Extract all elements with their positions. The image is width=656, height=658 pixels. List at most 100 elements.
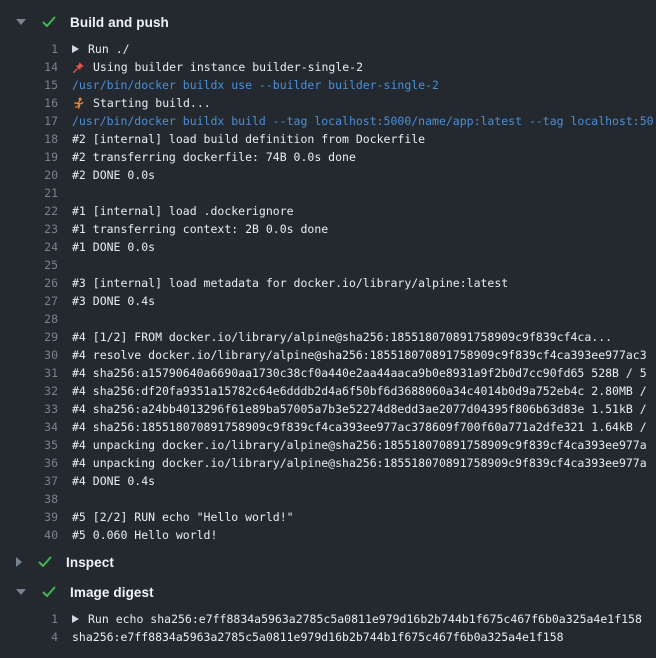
line-number[interactable]: 27 [0,294,58,308]
log-line: 38 [0,490,656,508]
log-text-value: #1 [internal] load .dockerignore [72,204,294,218]
log-text-value: Run ./ [88,42,130,56]
log-group-line: 1 Run echo sha256:e7ff8834a5963a2785c5a0… [0,610,656,628]
log-text-value: #4 unpacking docker.io/library/alpine@sh… [72,456,647,470]
step-header-inspect[interactable]: Inspect [0,548,656,576]
line-number[interactable]: 35 [0,438,58,452]
line-number[interactable]: 18 [0,132,58,146]
log-line: 4 sha256:e7ff8834a5963a2785c5a0811e979d1… [0,628,656,646]
log-text-value: #4 sha256:a15790640a6690aa1730c38cf0a440… [72,366,647,380]
step-log-content: 1 Run ./ 14 Using builder instance build… [0,36,656,548]
line-number[interactable]: 22 [0,204,58,218]
line-number[interactable]: 37 [0,474,58,488]
line-number[interactable]: 30 [0,348,58,362]
log-line: 15 /usr/bin/docker buildx use --builder … [0,76,656,94]
step-title: Inspect [66,555,114,570]
step-section-build-and-push: Build and push 1 Run ./ 14 Using builder… [0,8,656,548]
log-text-value: #4 sha256:185518070891758909c9f839cf4ca3… [72,420,647,434]
line-number[interactable]: 4 [0,630,58,644]
log-line: 40 #5 0.060 Hello world! [0,526,656,544]
log-text-value: #1 DONE 0.0s [72,240,155,254]
log-text: #4 [1/2] FROM docker.io/library/alpine@s… [72,330,612,344]
log-text[interactable]: Run ./ [72,42,130,56]
log-text: Starting build... [72,96,211,110]
log-line: 36 #4 unpacking docker.io/library/alpine… [0,454,656,472]
line-number[interactable]: 21 [0,186,58,200]
log-line: 26 #3 [internal] load metadata for docke… [0,274,656,292]
log-text: #4 sha256:185518070891758909c9f839cf4ca3… [72,420,647,434]
caret-right-icon [16,557,22,567]
log-line: 27 #3 DONE 0.4s [0,292,656,310]
line-number[interactable]: 29 [0,330,58,344]
line-number[interactable]: 32 [0,384,58,398]
line-number[interactable]: 16 [0,96,58,110]
log-text-value: #5 0.060 Hello world! [72,528,217,542]
step-sections: Build and push 1 Run ./ 14 Using builder… [0,8,656,650]
line-number[interactable]: 17 [0,114,58,128]
line-number[interactable]: 23 [0,222,58,236]
log-line: 33 #4 sha256:a24bb4013296f61e89ba57005a7… [0,400,656,418]
log-text: #4 unpacking docker.io/library/alpine@sh… [72,438,647,452]
log-text: #1 DONE 0.0s [72,240,155,254]
line-number[interactable]: 26 [0,276,58,290]
log-line: 29 #4 [1/2] FROM docker.io/library/alpin… [0,328,656,346]
line-number[interactable]: 24 [0,240,58,254]
log-text[interactable]: Run echo sha256:e7ff8834a5963a2785c5a081… [72,612,642,626]
check-icon [41,584,57,600]
step-title: Build and push [70,15,169,30]
line-number[interactable]: 19 [0,150,58,164]
log-text-value: #1 transferring context: 2B 0.0s done [72,222,328,236]
log-text-value: #2 DONE 0.0s [72,168,155,182]
log-line: 20 #2 DONE 0.0s [0,166,656,184]
check-icon [37,554,53,570]
log-text: #2 DONE 0.0s [72,168,155,182]
log-text-value: Using builder instance builder-single-2 [93,60,363,74]
step-section-inspect: Inspect [0,548,656,576]
line-number[interactable]: 1 [0,42,58,56]
log-line: 24 #1 DONE 0.0s [0,238,656,256]
line-number[interactable]: 38 [0,492,58,506]
step-section-image-digest: Image digest 1 Run echo sha256:e7ff8834a… [0,578,656,650]
line-number[interactable]: 31 [0,366,58,380]
log-line: 32 #4 sha256:df20fa9351a15782c64e6dddb2d… [0,382,656,400]
log-text: #2 [internal] load build definition from… [72,132,425,146]
log-text: #4 sha256:a24bb4013296f61e89ba57005a7b3e… [72,402,647,416]
log-line: 30 #4 resolve docker.io/library/alpine@s… [0,346,656,364]
expand-group-chevron-icon [72,45,79,53]
line-number[interactable]: 15 [0,78,58,92]
log-text: #4 unpacking docker.io/library/alpine@sh… [72,456,647,470]
log-text: #4 sha256:a15790640a6690aa1730c38cf0a440… [72,366,647,380]
line-number[interactable]: 20 [0,168,58,182]
log-line: 31 #4 sha256:a15790640a6690aa1730c38cf0a… [0,364,656,382]
step-header-image-digest[interactable]: Image digest [0,578,656,606]
log-text-value: sha256:e7ff8834a5963a2785c5a0811e979d16b… [72,630,564,644]
line-number[interactable]: 39 [0,510,58,524]
log-text: #5 0.060 Hello world! [72,528,217,542]
log-line: 23 #1 transferring context: 2B 0.0s done [0,220,656,238]
line-number[interactable]: 36 [0,456,58,470]
log-group-line: 1 Run ./ [0,40,656,58]
log-text-value: #4 [1/2] FROM docker.io/library/alpine@s… [72,330,612,344]
step-header-build-and-push[interactable]: Build and push [0,8,656,36]
log-text: #3 DONE 0.4s [72,294,155,308]
log-text-value: Run echo sha256:e7ff8834a5963a2785c5a081… [88,612,642,626]
log-text-value: #4 unpacking docker.io/library/alpine@sh… [72,438,647,452]
line-number[interactable]: 1 [0,612,58,626]
line-number[interactable]: 33 [0,402,58,416]
line-number[interactable]: 25 [0,258,58,272]
line-number[interactable]: 14 [0,60,58,74]
log-text: #4 DONE 0.4s [72,474,155,488]
step-title: Image digest [70,585,154,600]
line-number[interactable]: 40 [0,528,58,542]
log-text-value: #4 DONE 0.4s [72,474,155,488]
log-text: #4 resolve docker.io/library/alpine@sha2… [72,348,647,362]
caret-down-icon [16,19,26,25]
line-number[interactable]: 34 [0,420,58,434]
line-number[interactable]: 28 [0,312,58,326]
log-line: 19 #2 transferring dockerfile: 74B 0.0s … [0,148,656,166]
log-line: 14 Using builder instance builder-single… [0,58,656,76]
log-line: 37 #4 DONE 0.4s [0,472,656,490]
log-text-value: #4 sha256:a24bb4013296f61e89ba57005a7b3e… [72,402,647,416]
log-text: #5 [2/2] RUN echo "Hello world!" [72,510,294,524]
log-text-value: #3 [internal] load metadata for docker.i… [72,276,508,290]
